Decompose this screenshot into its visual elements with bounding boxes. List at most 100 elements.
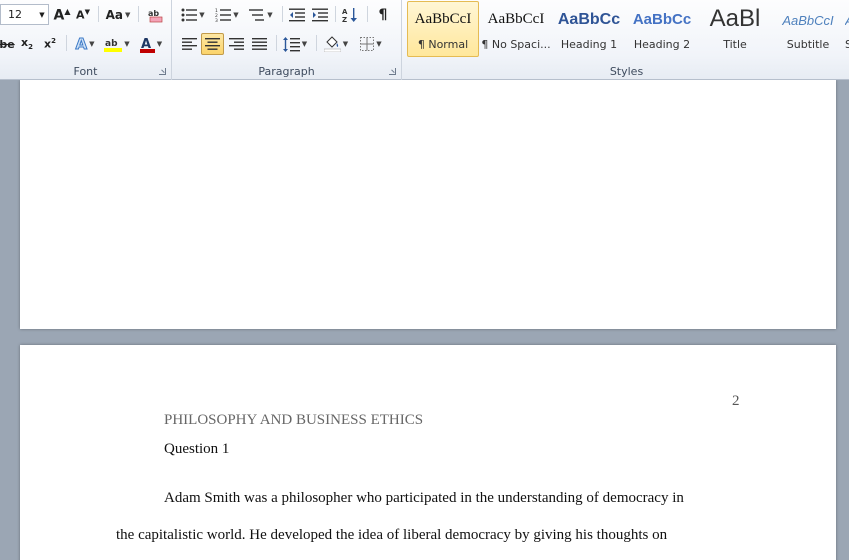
document-page-2[interactable]: 2 PHILOSOPHY AND BUSINESS ETHICS Questio… [20, 345, 836, 560]
separator [276, 35, 277, 51]
font-group-label: Font [73, 65, 98, 78]
font-group: 12 ▼ A▲ A▼ Aa ▼ ab be x2 x2 A ▼ ab ▼ A ▼… [0, 0, 172, 80]
style-heading-1[interactable]: AaBbCc Heading 1 [553, 1, 625, 57]
strikethrough-button[interactable]: be [0, 34, 15, 54]
style-title[interactable]: AaBl Title [699, 1, 771, 57]
style-subtitle[interactable]: AaBbCcI Subtitle [772, 1, 844, 57]
clear-formatting-button[interactable]: ab [145, 5, 167, 25]
superscript-button[interactable]: x2 [40, 34, 60, 54]
line-spacing-icon [282, 36, 300, 52]
text-effects-button[interactable]: A ▼ [71, 34, 99, 54]
align-center-icon [205, 38, 220, 50]
style-sample: AaBbCc [632, 11, 692, 28]
shrink-font-button[interactable]: A▼ [74, 5, 92, 25]
grow-font-button[interactable]: A▲ [52, 5, 72, 25]
multilevel-list-icon [249, 9, 265, 21]
sort-icon: A Z [342, 8, 357, 23]
chevron-down-icon: ▼ [199, 11, 205, 19]
paint-bucket-icon [323, 36, 341, 52]
borders-icon [360, 37, 375, 51]
font-size-value: 12 [8, 8, 22, 21]
separator [138, 6, 139, 22]
chevron-down-icon: ▼ [156, 40, 163, 48]
line-spacing-button[interactable]: ▼ [280, 34, 310, 54]
paragraph-group-label: Paragraph [258, 65, 315, 78]
style-name: Title [723, 38, 747, 51]
highlighter-icon: ab [104, 39, 123, 52]
multilevel-list-button[interactable]: ▼ [246, 5, 276, 25]
body-line[interactable]: Adam Smith was a philosopher who partici… [164, 490, 684, 507]
svg-text:A: A [342, 8, 348, 16]
chevron-down-icon: ▼ [233, 11, 239, 19]
paragraph-group: ▼ 1 2 3 ▼ ▼ A Z ¶ ▼ ▼ ▼ Paragraph [172, 0, 402, 80]
svg-text:ab: ab [105, 39, 118, 49]
chevron-down-icon: ▼ [125, 11, 131, 19]
decrease-indent-icon [289, 8, 305, 22]
text-effects-icon: A [75, 35, 88, 54]
numbering-button[interactable]: 1 2 3 ▼ [212, 5, 242, 25]
superscript-icon: x2 [44, 37, 56, 51]
font-color-icon: A [139, 37, 155, 53]
font-color-button[interactable]: A ▼ [137, 34, 165, 54]
styles-group-label: Styles [609, 65, 644, 78]
style-no-spacing[interactable]: AaBbCcI ¶ No Spaci... [480, 1, 552, 57]
chevron-down-icon: ▼ [342, 40, 349, 48]
style-name: Subtitle [786, 38, 830, 51]
chevron-down-icon: ▼ [267, 11, 273, 19]
show-formatting-button[interactable]: ¶ [372, 5, 394, 25]
style-normal[interactable]: AaBbCcI ¶ Normal [407, 1, 479, 57]
increase-indent-icon [312, 8, 328, 22]
chevron-down-icon: ▼ [89, 40, 95, 48]
align-left-icon [181, 38, 197, 50]
font-size-combo[interactable]: 12 ▼ [0, 4, 49, 25]
align-center-button[interactable] [201, 33, 224, 55]
separator [66, 35, 67, 51]
shading-button[interactable]: ▼ [321, 34, 351, 54]
separator [98, 6, 99, 22]
font-dialog-launcher-icon[interactable] [159, 68, 166, 75]
question-heading[interactable]: Question 1 [164, 441, 229, 458]
justify-button[interactable] [248, 34, 270, 54]
style-subtle-emphasis[interactable]: A S [844, 1, 849, 57]
document-page-1[interactable] [20, 80, 836, 329]
text-highlight-button[interactable]: ab ▼ [102, 34, 132, 54]
justify-icon [251, 38, 267, 50]
svg-text:Z: Z [342, 16, 347, 23]
style-sample: AaBbCcI [782, 13, 834, 28]
numbering-icon: 1 2 3 [215, 8, 232, 22]
svg-text:3: 3 [215, 18, 218, 22]
subscript-icon: x2 [21, 36, 33, 52]
bullets-button[interactable]: ▼ [178, 5, 208, 25]
style-heading-2[interactable]: AaBbCc Heading 2 [626, 1, 698, 57]
styles-group: AaBbCcI ¶ Normal AaBbCcI ¶ No Spaci... A… [404, 0, 849, 80]
style-sample: AaBl [709, 5, 761, 32]
change-case-icon: Aa [105, 8, 123, 22]
chevron-down-icon: ▼ [124, 40, 130, 48]
change-case-button[interactable]: Aa ▼ [104, 5, 132, 25]
grow-font-icon: A▲ [53, 6, 71, 24]
align-left-button[interactable] [178, 34, 200, 54]
strikethrough-icon: be [0, 37, 15, 51]
svg-text:ab: ab [148, 9, 159, 18]
chevron-down-icon: ▼ [301, 40, 308, 48]
style-sample: AaBbCcI [414, 11, 472, 27]
page-header: PHILOSOPHY AND BUSINESS ETHICS [164, 412, 424, 428]
document-canvas[interactable]: 2 PHILOSOPHY AND BUSINESS ETHICS Questio… [0, 80, 849, 560]
style-sample: AaBbCcI [487, 11, 545, 27]
chevron-down-icon[interactable]: ▼ [36, 5, 48, 24]
increase-indent-button[interactable] [309, 5, 331, 25]
style-sample: AaBbCc [557, 11, 621, 28]
decrease-indent-button[interactable] [286, 5, 308, 25]
sort-button[interactable]: A Z [339, 5, 361, 25]
separator [367, 6, 368, 22]
align-right-button[interactable] [225, 34, 247, 54]
borders-button[interactable]: ▼ [356, 34, 386, 54]
paragraph-dialog-launcher-icon[interactable] [389, 68, 396, 75]
style-name: Heading 2 [633, 38, 691, 51]
body-line[interactable]: the capitalistic world. He developed the… [116, 527, 667, 544]
separator [282, 6, 283, 22]
bullets-icon [181, 8, 198, 22]
subscript-button[interactable]: x2 [17, 34, 37, 54]
style-sample: A [845, 13, 849, 37]
separator [316, 35, 317, 51]
